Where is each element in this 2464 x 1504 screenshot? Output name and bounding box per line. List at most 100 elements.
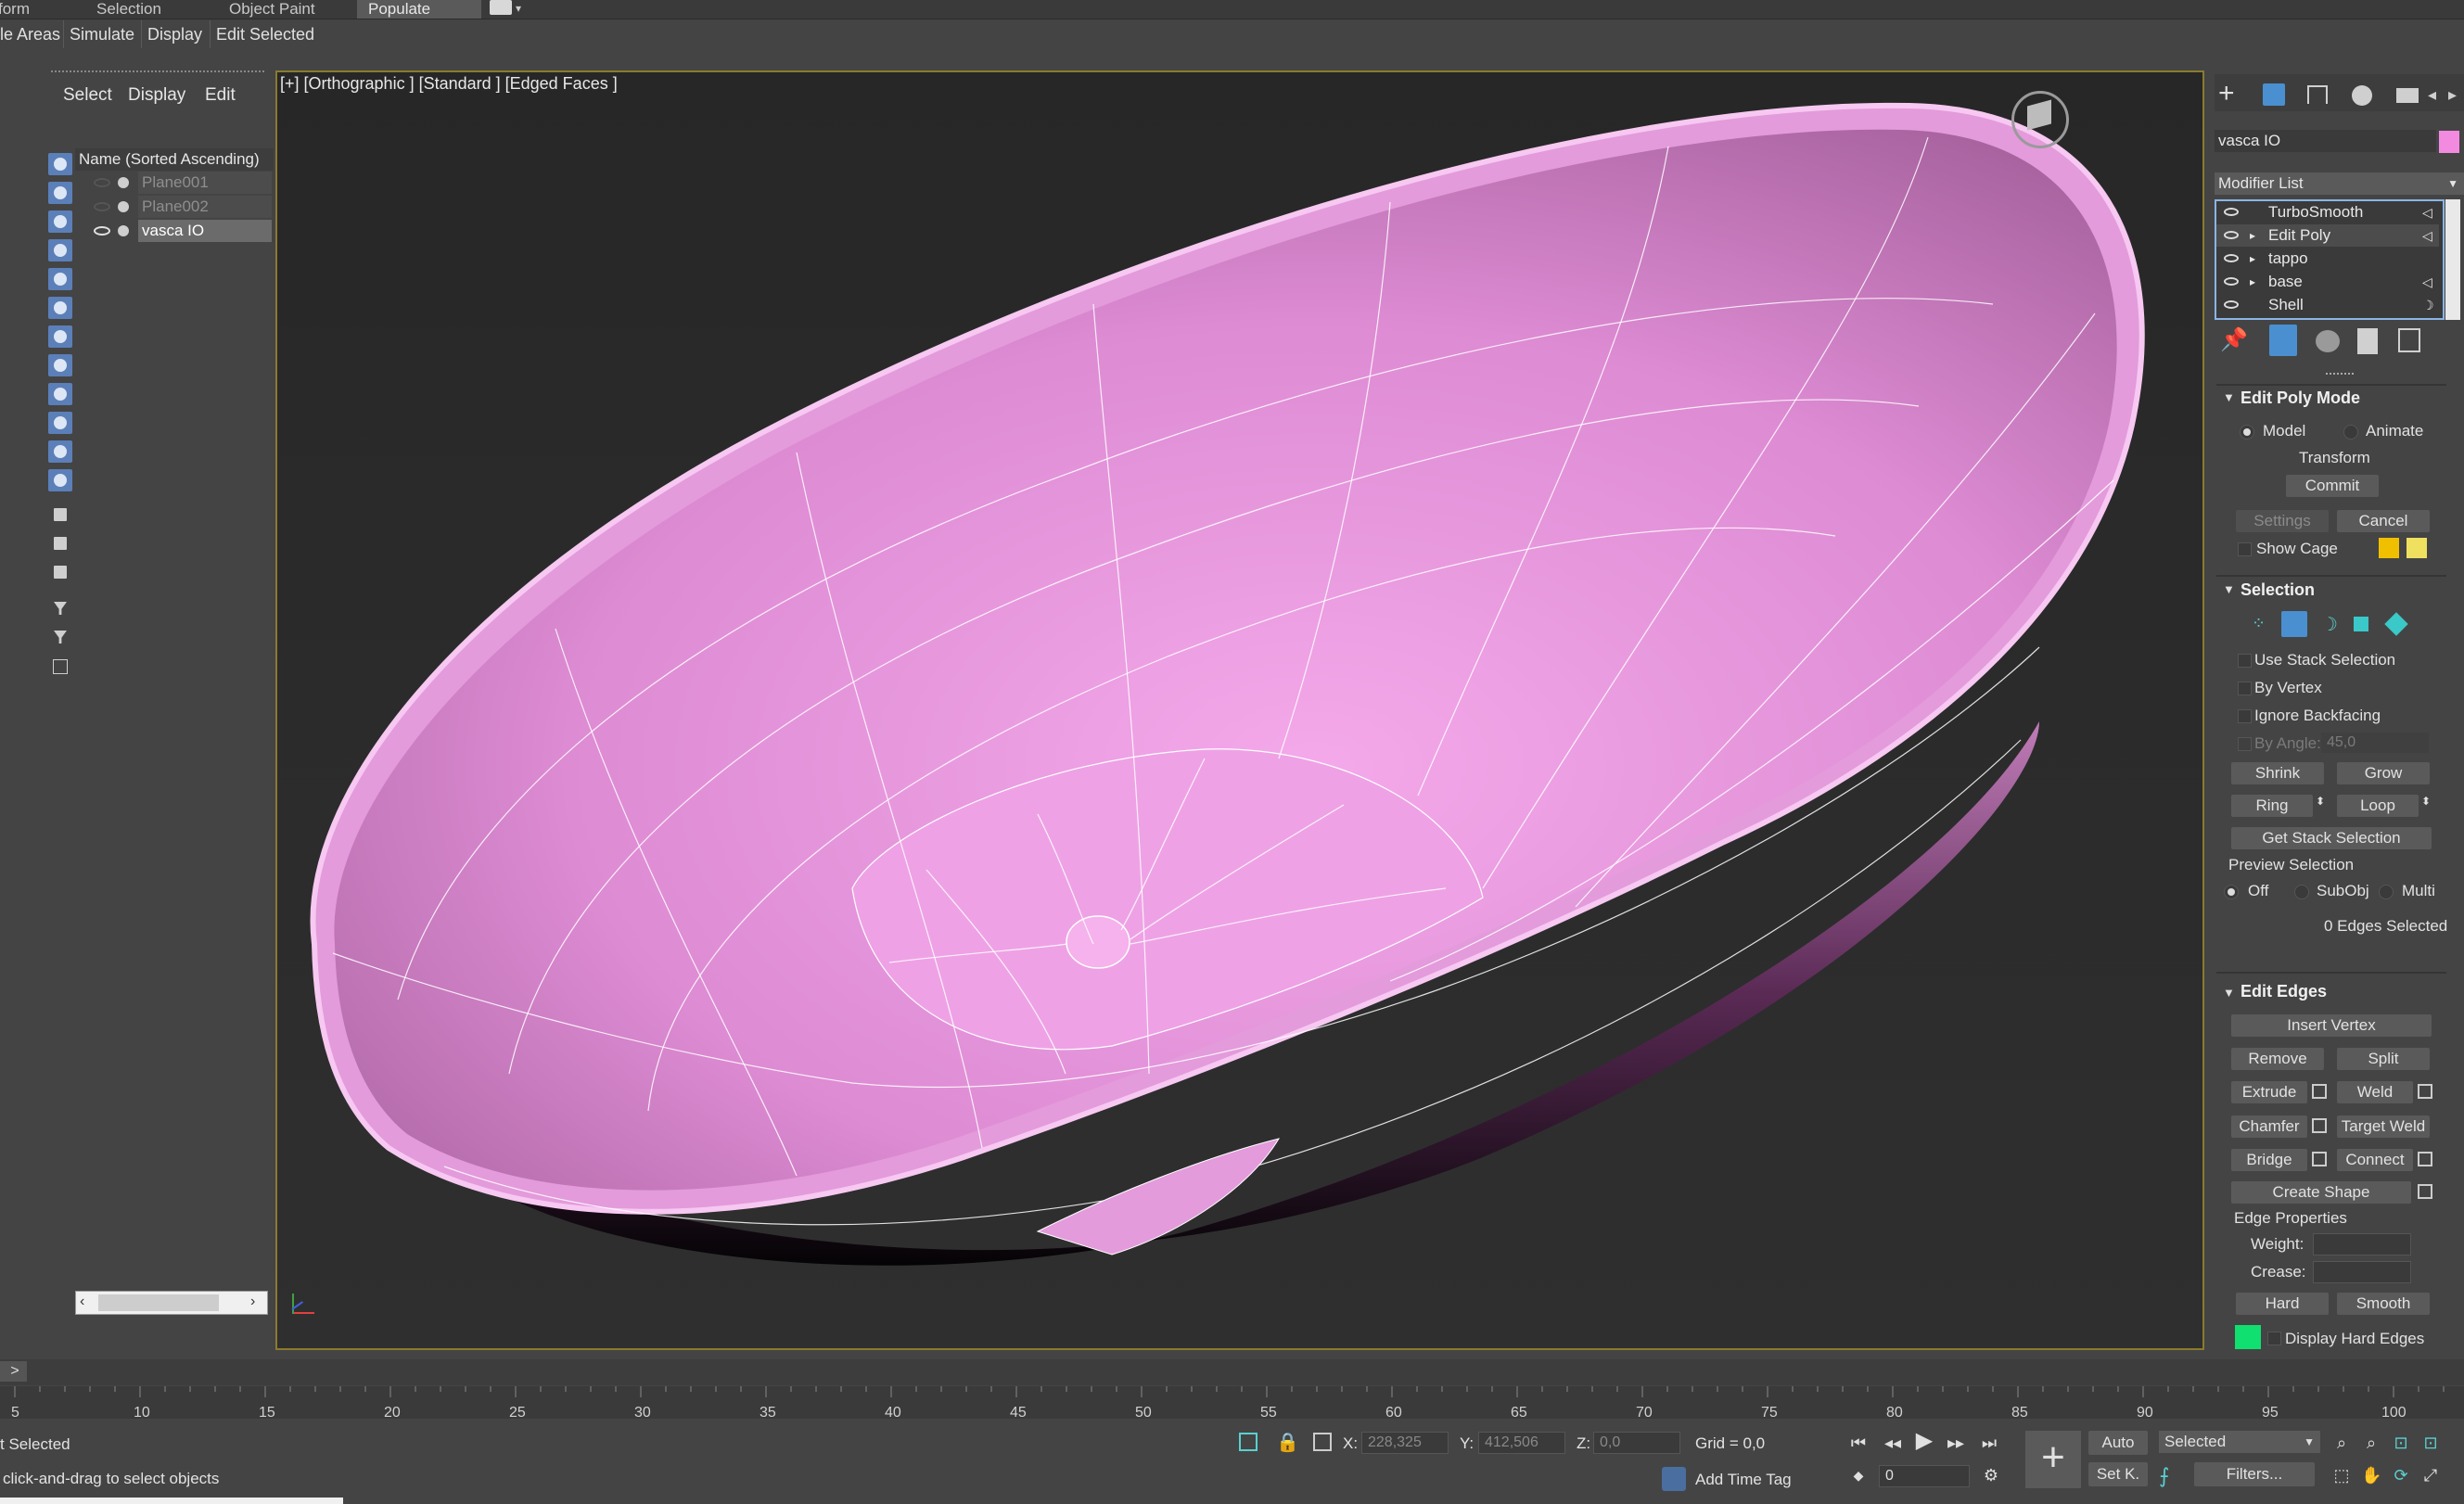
weight-spinner[interactable] bbox=[2313, 1233, 2411, 1255]
z-coordinate-field[interactable]: 0,0 bbox=[1593, 1432, 1680, 1454]
explorer-column-header[interactable]: Name (Sorted Ascending) bbox=[75, 148, 274, 171]
cancel-button[interactable]: Cancel bbox=[2337, 510, 2430, 532]
filters-button[interactable]: Filters... bbox=[2194, 1462, 2315, 1486]
extrude-settings-icon[interactable] bbox=[2312, 1084, 2327, 1099]
display-spacewarps-icon[interactable] bbox=[48, 297, 72, 319]
hard-button[interactable]: Hard bbox=[2236, 1293, 2329, 1315]
maximize-viewport-icon[interactable]: ⤢ bbox=[2420, 1465, 2441, 1485]
smooth-button[interactable]: Smooth bbox=[2337, 1293, 2430, 1315]
insert-vertex-button[interactable]: Insert Vertex bbox=[2231, 1014, 2432, 1037]
ribbon-tab-populate[interactable]: Populate bbox=[357, 0, 481, 19]
by-angle-checkbox[interactable] bbox=[2238, 737, 2252, 751]
bridge-button[interactable]: Bridge bbox=[2231, 1149, 2307, 1171]
orbit-icon[interactable]: ⟳ bbox=[2391, 1465, 2411, 1485]
configure-modifier-sets-icon[interactable] bbox=[2398, 328, 2420, 352]
previous-frame-icon[interactable]: ◂◂ bbox=[1883, 1433, 1903, 1453]
filter-icon[interactable] bbox=[48, 597, 72, 619]
display-invert-icon[interactable] bbox=[48, 561, 72, 583]
pin-stack-icon[interactable]: 📌 bbox=[2220, 326, 2248, 353]
split-button[interactable]: Split bbox=[2337, 1048, 2430, 1070]
auto-key-button[interactable]: Auto bbox=[2088, 1431, 2148, 1455]
display-xrefs-icon[interactable] bbox=[48, 354, 72, 376]
lock-icon[interactable]: 🔒 bbox=[1276, 1431, 1299, 1454]
selection-title[interactable]: Selection bbox=[2241, 580, 2315, 600]
layer-icon[interactable] bbox=[48, 655, 72, 677]
target-weld-button[interactable]: Target Weld bbox=[2337, 1115, 2430, 1138]
create-tab-plus-icon[interactable]: + bbox=[2218, 78, 2235, 109]
zoom-region-icon[interactable]: ⬚ bbox=[2331, 1465, 2352, 1485]
display-groups-icon[interactable] bbox=[48, 325, 72, 348]
hierarchy-tab-icon[interactable] bbox=[2307, 85, 2328, 104]
display-lights-icon[interactable] bbox=[48, 210, 72, 233]
modify-tab-icon[interactable] bbox=[2263, 83, 2285, 106]
polygon-mode-icon[interactable] bbox=[2354, 617, 2368, 631]
stack-item[interactable]: Shell ☽ bbox=[2216, 294, 2439, 316]
scroll-left-icon[interactable]: ‹ bbox=[80, 1294, 84, 1310]
animate-radio[interactable] bbox=[2343, 425, 2358, 440]
scroll-tabs-right-icon[interactable]: ▸ bbox=[2448, 85, 2457, 105]
make-unique-icon[interactable] bbox=[2316, 330, 2340, 352]
time-configuration-icon[interactable]: ⚙ bbox=[1981, 1465, 2001, 1485]
ribbon-button-define-areas[interactable]: le Areas bbox=[0, 20, 66, 48]
explorer-horizontal-scrollbar[interactable]: ‹ › bbox=[75, 1291, 268, 1315]
expand-arrow-icon[interactable]: ▸ bbox=[2250, 248, 2255, 270]
display-geometry-icon[interactable] bbox=[48, 153, 72, 175]
show-end-result-icon[interactable] bbox=[2269, 325, 2297, 356]
add-time-tag-button[interactable]: Add Time Tag bbox=[1695, 1471, 1792, 1489]
ribbon-tab-object-paint[interactable]: Object Paint bbox=[229, 0, 315, 19]
ring-button[interactable]: Ring bbox=[2231, 795, 2313, 817]
toggle-eye-icon[interactable] bbox=[2224, 277, 2239, 286]
zoom-extents-all-icon[interactable]: ⊡ bbox=[2420, 1433, 2441, 1453]
ribbon-tab-freeform[interactable]: form bbox=[0, 0, 30, 19]
preview-multi-radio[interactable] bbox=[2379, 885, 2394, 899]
time-tag-icon[interactable] bbox=[1662, 1467, 1686, 1491]
zoom-all-icon[interactable]: ⌕ bbox=[2361, 1433, 2381, 1453]
scroll-right-icon[interactable]: › bbox=[250, 1294, 255, 1310]
render-dot-icon[interactable] bbox=[118, 177, 129, 188]
absolute-mode-icon[interactable] bbox=[1313, 1433, 1332, 1451]
expand-arrow-icon[interactable]: ▸ bbox=[2250, 224, 2255, 247]
crease-spinner[interactable] bbox=[2313, 1261, 2411, 1283]
explorer-row[interactable]: vasca IO bbox=[75, 220, 272, 242]
visibility-eye-icon[interactable] bbox=[94, 178, 110, 187]
current-frame-field[interactable]: 0 bbox=[1879, 1465, 1970, 1487]
display-hard-edges-checkbox[interactable] bbox=[2267, 1332, 2281, 1345]
isolate-selection-icon[interactable] bbox=[1239, 1433, 1258, 1451]
chevron-down-icon[interactable]: ▾ bbox=[516, 2, 521, 15]
edit-poly-mode-title[interactable]: Edit Poly Mode bbox=[2241, 389, 2360, 408]
explorer-menu-select[interactable]: Select bbox=[63, 85, 112, 106]
show-cage-checkbox[interactable] bbox=[2238, 542, 2252, 556]
ignore-backfacing-checkbox[interactable] bbox=[2238, 709, 2252, 723]
scrollbar-thumb[interactable] bbox=[98, 1294, 219, 1311]
commit-button[interactable]: Commit bbox=[2286, 475, 2379, 497]
x-coordinate-field[interactable]: 228,325 bbox=[1361, 1432, 1449, 1454]
chamfer-button[interactable]: Chamfer bbox=[2231, 1115, 2307, 1138]
display-all-icon[interactable] bbox=[48, 503, 72, 526]
collapse-triangle-icon[interactable]: ▼ bbox=[2223, 986, 2235, 1000]
model-radio[interactable] bbox=[2240, 425, 2254, 440]
weld-button[interactable]: Weld bbox=[2337, 1081, 2413, 1103]
next-frame-icon[interactable]: ▸▸ bbox=[1946, 1433, 1966, 1453]
ring-spinner-icon[interactable]: ⬍ bbox=[2316, 795, 2325, 808]
collapse-triangle-icon[interactable]: ▼ bbox=[2223, 582, 2235, 596]
viewport-label[interactable]: [+] [Orthographic ] [Standard ] [Edged F… bbox=[280, 74, 618, 94]
ribbon-button-simulate[interactable]: Simulate bbox=[63, 20, 140, 48]
angle-spinner[interactable]: 45,0 bbox=[2321, 733, 2429, 753]
viewport-orthographic[interactable] bbox=[275, 70, 2204, 1350]
display-tab-icon[interactable] bbox=[2396, 88, 2419, 103]
go-to-end-icon[interactable]: ⏭ bbox=[1979, 1433, 1999, 1453]
display-none-icon[interactable] bbox=[48, 532, 72, 554]
display-shapes-icon[interactable] bbox=[48, 182, 72, 204]
ribbon-button-display[interactable]: Display bbox=[141, 20, 208, 48]
collapse-triangle-icon[interactable]: ▼ bbox=[2223, 390, 2235, 404]
loop-spinner-icon[interactable]: ⬍ bbox=[2421, 795, 2431, 808]
preview-subobj-radio[interactable] bbox=[2294, 885, 2309, 899]
remove-modifier-icon[interactable] bbox=[2357, 328, 2378, 354]
display-containers-icon[interactable] bbox=[48, 412, 72, 434]
time-slider[interactable] bbox=[0, 1359, 2464, 1385]
remove-button[interactable]: Remove bbox=[2231, 1048, 2324, 1070]
toggle-eye-icon[interactable] bbox=[2224, 208, 2239, 216]
expand-arrow-icon[interactable]: ▸ bbox=[2250, 271, 2255, 293]
grow-button[interactable]: Grow bbox=[2337, 762, 2430, 784]
stack-scrollbar[interactable] bbox=[2445, 199, 2460, 320]
